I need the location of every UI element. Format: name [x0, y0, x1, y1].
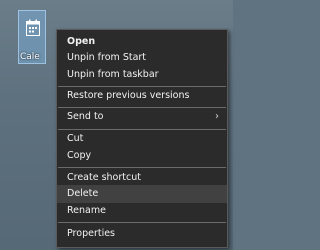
- menu-item-properties[interactable]: Properties: [57, 225, 227, 243]
- menu-item-label: Unpin from taskbar: [67, 69, 159, 80]
- menu-separator: [58, 222, 226, 223]
- menu-item-send-to[interactable]: Send to ›: [57, 108, 227, 126]
- menu-item-unpin-taskbar[interactable]: Unpin from taskbar: [57, 66, 227, 84]
- chevron-right-icon: ›: [215, 111, 219, 122]
- menu-item-label: Unpin from Start: [67, 52, 147, 63]
- menu-item-label: Open: [67, 36, 96, 47]
- menu-item-label: Delete: [67, 188, 99, 199]
- menu-item-label: Send to: [67, 111, 104, 122]
- menu-item-copy[interactable]: Copy: [57, 147, 227, 165]
- menu-item-label: Create shortcut: [67, 172, 141, 183]
- context-menu: Open Unpin from Start Unpin from taskbar…: [56, 29, 228, 248]
- calendar-icon: [26, 19, 40, 36]
- menu-item-cut[interactable]: Cut: [57, 130, 227, 148]
- menu-item-label: Cut: [67, 133, 84, 144]
- menu-separator: [58, 167, 226, 168]
- menu-item-unpin-start[interactable]: Unpin from Start: [57, 49, 227, 67]
- menu-item-label: Rename: [67, 205, 106, 216]
- menu-item-delete[interactable]: Delete: [57, 185, 227, 203]
- desktop-shortcut-calendar[interactable]: Cale: [18, 10, 46, 64]
- menu-item-rename[interactable]: Rename: [57, 202, 227, 220]
- menu-item-restore-versions[interactable]: Restore previous versions: [57, 87, 227, 105]
- menu-item-label: Copy: [67, 150, 92, 161]
- desktop-icon-label: Cale: [20, 52, 40, 62]
- menu-item-label: Restore previous versions: [67, 90, 190, 101]
- menu-item-label: Properties: [67, 228, 116, 239]
